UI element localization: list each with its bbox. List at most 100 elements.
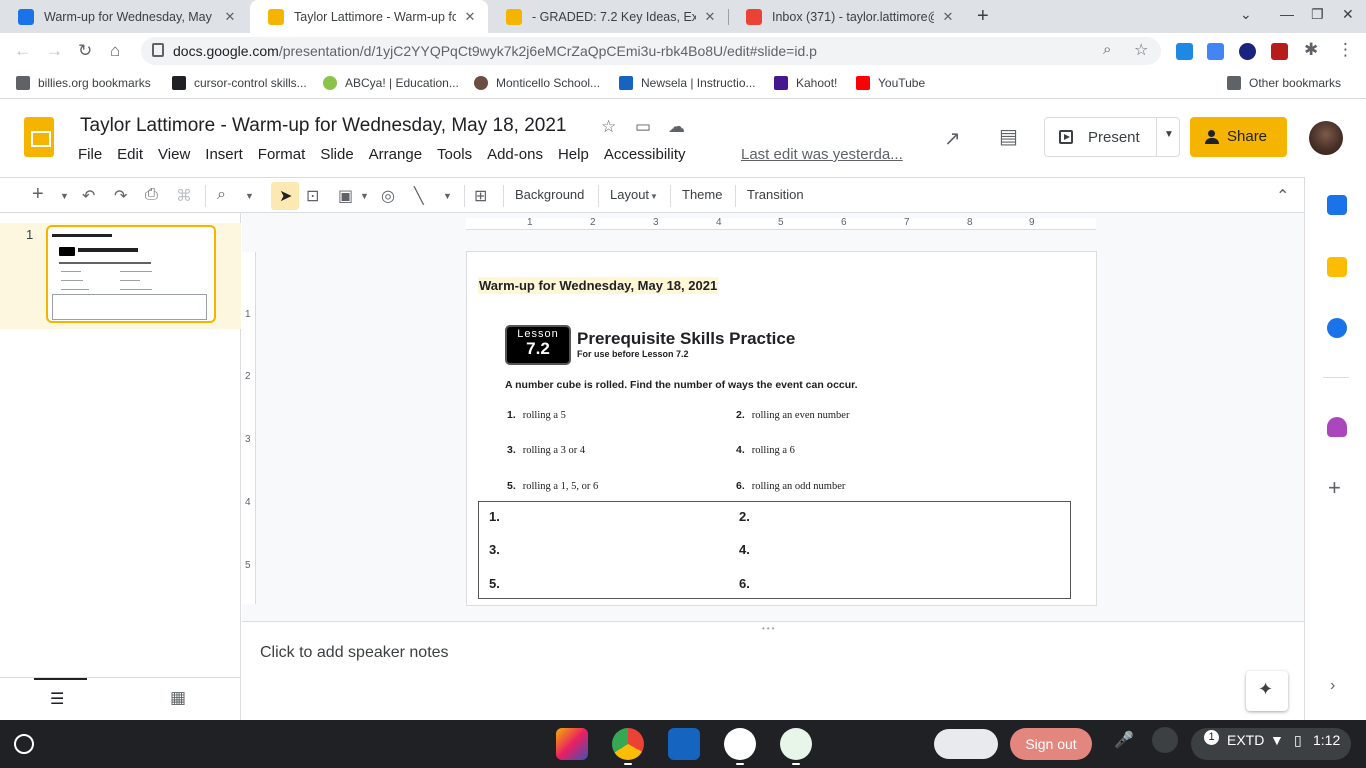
line-icon[interactable]: ╲ (414, 186, 424, 206)
new-tab-button[interactable]: + (977, 5, 989, 28)
star-icon[interactable]: ☆ (601, 117, 616, 137)
share-button[interactable]: Share (1190, 117, 1287, 157)
layout-button[interactable]: Layout (610, 187, 649, 202)
undo-icon[interactable]: ↶ (82, 186, 95, 206)
notes-resize-handle[interactable]: ••• (242, 621, 1304, 633)
addon-unicorn-icon[interactable] (1327, 417, 1347, 437)
add-comment-icon[interactable]: ⊞ (474, 186, 487, 206)
menu-kebab-icon[interactable]: ⋮ (1337, 40, 1354, 60)
bookmark-abcya[interactable]: ABCya! | Education... (323, 76, 459, 90)
comments-icon[interactable]: ▤ (999, 124, 1018, 149)
reload-icon[interactable]: ↻ (78, 41, 92, 61)
speaker-notes[interactable]: Click to add speaker notes (242, 631, 1304, 720)
zoom-icon[interactable]: ⌕ (1103, 41, 1111, 58)
zoom-icon[interactable]: ⌕ (217, 186, 226, 204)
tab-gmail-inbox[interactable]: Inbox (371) - taylor.lattimore@bl ✕ (728, 0, 966, 33)
menu-arrange[interactable]: Arrange (369, 146, 422, 166)
close-icon[interactable]: ✕ (940, 9, 956, 25)
menu-view[interactable]: View (158, 146, 190, 166)
chevron-down-icon[interactable]: ▼ (60, 191, 69, 201)
home-icon[interactable]: ⌂ (110, 41, 120, 61)
bookmark-billies[interactable]: billies.org bookmarks (16, 76, 151, 90)
document-title[interactable]: Taylor Lattimore - Warm-up for Wednesday… (80, 115, 566, 137)
notification-count[interactable]: 1 (1204, 730, 1219, 745)
cloud-status-icon[interactable]: ☁ (668, 117, 685, 137)
paint-format-icon[interactable]: ⌘ (176, 186, 192, 206)
redo-icon[interactable]: ↷ (114, 186, 127, 206)
menu-tools[interactable]: Tools (437, 146, 472, 166)
menu-accessibility[interactable]: Accessibility (604, 146, 686, 166)
last-edit-link[interactable]: Last edit was yesterda... (741, 146, 903, 163)
chevron-down-icon[interactable]: ▼ (650, 192, 658, 201)
app-game-icon[interactable] (668, 728, 700, 760)
horizontal-ruler[interactable]: 1 2 3 4 5 6 7 8 9 (466, 217, 1096, 230)
bookmark-kahoot[interactable]: Kahoot! (774, 76, 837, 90)
new-slide-icon[interactable]: + (32, 183, 44, 206)
extension-k-icon[interactable] (1239, 43, 1256, 60)
grid-view-icon[interactable]: ▦ (170, 688, 186, 708)
present-button[interactable]: Present ▼ (1044, 117, 1180, 157)
background-button[interactable]: Background (515, 187, 584, 202)
restore-icon[interactable]: ❐ (1311, 6, 1324, 23)
chevron-down-icon[interactable]: ▼ (1164, 129, 1174, 140)
address-bar[interactable]: docs.google.com/presentation/d/1yjC2YYQP… (141, 37, 1161, 65)
gmail-icon[interactable] (724, 728, 756, 760)
text-box-icon[interactable]: ⊡ (306, 186, 319, 206)
vertical-ruler[interactable]: 1 2 3 4 5 (242, 252, 256, 604)
tote-thumbnails[interactable] (934, 729, 998, 759)
keep-icon[interactable] (1327, 257, 1347, 277)
bookmark-newsela[interactable]: Newsela | Instructio... (619, 76, 756, 90)
close-window-icon[interactable]: ✕ (1342, 6, 1354, 23)
expand-panel-icon[interactable]: › (1330, 677, 1335, 695)
tasks-icon[interactable] (1327, 318, 1347, 338)
sign-out-button[interactable]: Sign out (1010, 728, 1092, 760)
launcher-icon[interactable] (14, 734, 34, 754)
slide[interactable]: Warm-up for Wednesday, May 18, 2021 Less… (466, 251, 1097, 606)
extension-globe-icon[interactable] (1176, 43, 1193, 60)
app-canvas-icon[interactable] (556, 728, 588, 760)
get-addons-icon[interactable]: + (1328, 475, 1341, 501)
calendar-icon[interactable] (1327, 195, 1347, 215)
chevron-down-icon[interactable]: ▼ (360, 191, 369, 201)
print-icon[interactable]: ⎙ (145, 186, 158, 204)
tab-slides-active[interactable]: Taylor Lattimore - Warm-up for W ✕ (250, 0, 488, 33)
menu-slide[interactable]: Slide (320, 146, 353, 166)
menu-format[interactable]: Format (258, 146, 306, 166)
extension-red-icon[interactable] (1271, 43, 1288, 60)
tab-warmup-form[interactable]: Warm-up for Wednesday, May 1 ✕ (0, 0, 248, 33)
move-folder-icon[interactable]: ▭ (635, 117, 651, 137)
other-bookmarks[interactable]: Other bookmarks (1227, 76, 1341, 90)
app-screencast-icon[interactable] (780, 728, 812, 760)
extensions-puzzle-icon[interactable]: ✱ (1304, 40, 1318, 60)
extension-pen-icon[interactable] (1207, 43, 1224, 60)
slide-title[interactable]: Warm-up for Wednesday, May 18, 2021 (478, 277, 719, 294)
explore-button[interactable] (1246, 671, 1288, 711)
transition-button[interactable]: Transition (747, 187, 804, 202)
volume-icon[interactable] (1152, 727, 1178, 753)
image-icon[interactable]: ▣ (338, 186, 353, 206)
bookmark-star-icon[interactable]: ☆ (1134, 40, 1148, 60)
shape-icon[interactable]: ◎ (381, 186, 395, 206)
slides-logo-icon[interactable] (24, 117, 54, 157)
minimize-icon[interactable]: — (1280, 6, 1294, 22)
bookmark-cursor-control[interactable]: cursor-control skills... (172, 76, 307, 90)
filmstrip-view-icon[interactable]: ☰ (50, 689, 64, 709)
menu-addons[interactable]: Add-ons (487, 146, 543, 166)
bookmark-monticello[interactable]: Monticello School... (474, 76, 600, 90)
menu-insert[interactable]: Insert (205, 146, 243, 166)
close-icon[interactable]: ✕ (702, 9, 718, 25)
chrome-icon[interactable] (612, 728, 644, 760)
bookmark-youtube[interactable]: YouTube (856, 76, 925, 90)
tab-graded-slides[interactable]: - GRADED: 7.2 Key Ideas, Examp ✕ (488, 0, 728, 33)
tab-search-icon[interactable]: ⌄ (1240, 6, 1252, 23)
microphone-icon[interactable]: 🎤 (1114, 730, 1134, 750)
forward-icon[interactable]: → (46, 41, 63, 61)
answer-box[interactable]: 1. 2. 3. 4. 5. 6. (478, 501, 1071, 599)
menu-help[interactable]: Help (558, 146, 589, 166)
close-icon[interactable]: ✕ (222, 9, 238, 25)
activity-trend-icon[interactable]: ↗ (944, 126, 961, 151)
collapse-chevron-icon[interactable]: ⌃ (1276, 186, 1289, 206)
chevron-down-icon[interactable]: ▼ (245, 191, 254, 201)
slide-thumbnail[interactable] (46, 225, 216, 323)
cursor-arrow-icon[interactable]: ➤ (279, 186, 292, 206)
